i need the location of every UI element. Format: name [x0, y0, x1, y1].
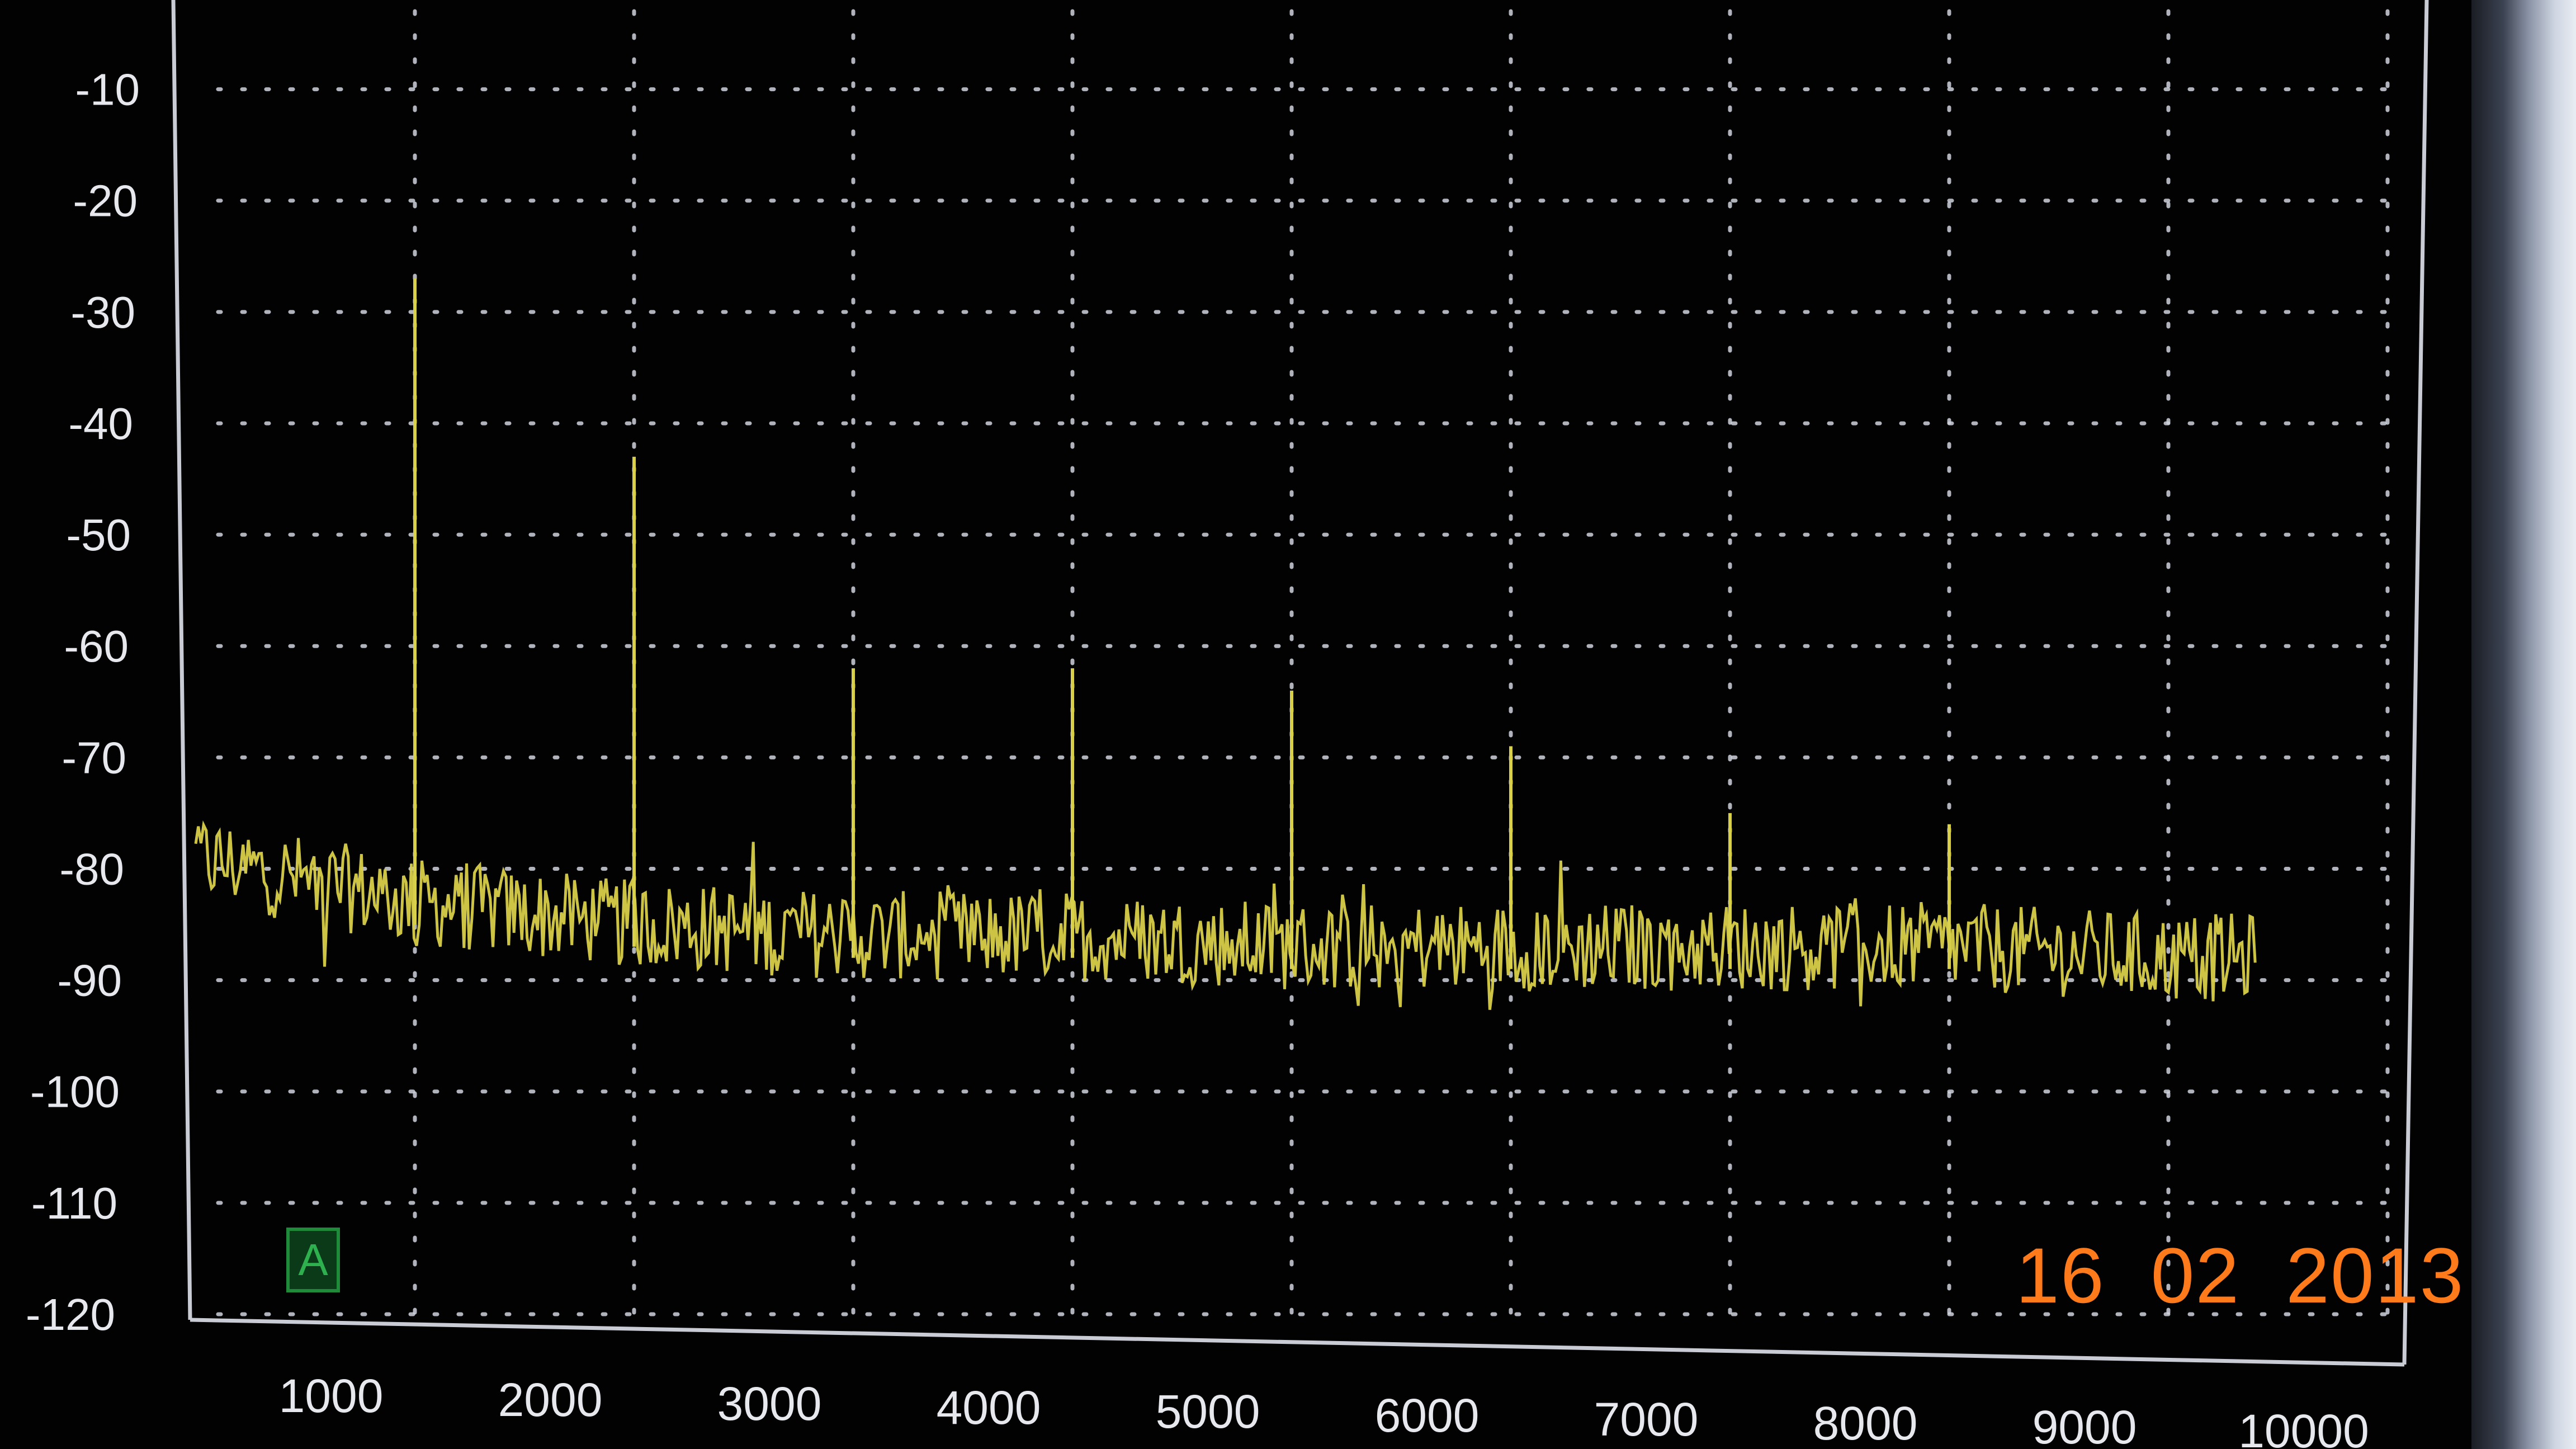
y-tick-label: -110 [31, 1178, 117, 1228]
x-tick-label: 9000 [2033, 1401, 2137, 1449]
y-tick-label: -60 [64, 621, 129, 671]
x-tick-label: 6000 [1375, 1389, 1480, 1442]
y-tick-label: -40 [68, 399, 133, 449]
x-axis-line [190, 1318, 2405, 1367]
x-tick-label: 7000 [1594, 1393, 1699, 1446]
grid-layer [216, 9, 2390, 1316]
noise-floor-trace [194, 820, 2257, 1010]
x-tick-label: 8000 [1813, 1397, 1918, 1449]
y-tick-label: -120 [26, 1290, 115, 1339]
date-stamp: 16 02 2013 [2016, 1231, 2465, 1319]
y-tick-label: -80 [59, 844, 124, 894]
y-tick-label: -20 [73, 176, 138, 226]
monitor-bezel [2471, 0, 2576, 1449]
y-tick-label: -90 [57, 956, 122, 1006]
y-tick-label: -30 [70, 287, 135, 337]
y-tick-label: -100 [30, 1067, 120, 1117]
y-tick-label: -70 [62, 733, 126, 782]
x-tick-labels: 1000 2000 3000 4000 5000 6000 7000 8000 9000 1000… [279, 1370, 2369, 1449]
right-border-line [2402, 0, 2429, 1365]
x-tick-label: 1000 [279, 1370, 384, 1422]
trace-layer [194, 279, 2257, 1010]
x-tick-label: 3000 [717, 1377, 822, 1430]
x-tick-label: 2000 [498, 1374, 603, 1426]
y-tick-labels: -10 -20 -30 -40 -50 -60 -70 -80 -90 -100 -110 -120 [26, 65, 140, 1339]
x-tick-label: 4000 [937, 1381, 1041, 1434]
marker-label: A [298, 1235, 328, 1285]
y-axis-line [171, 0, 192, 1320]
spectrum-display: -10 -20 -30 -40 -50 -60 -70 -80 -90 -100 -110 -120 … [0, 0, 2576, 1449]
y-tick-label: -10 [75, 65, 140, 115]
y-tick-label: -50 [66, 510, 131, 560]
axis-layer [171, 0, 2429, 1367]
x-tick-label: 10000 [2238, 1405, 2369, 1449]
marker-a-icon: A [286, 1228, 340, 1292]
x-tick-label: 5000 [1156, 1385, 1260, 1438]
